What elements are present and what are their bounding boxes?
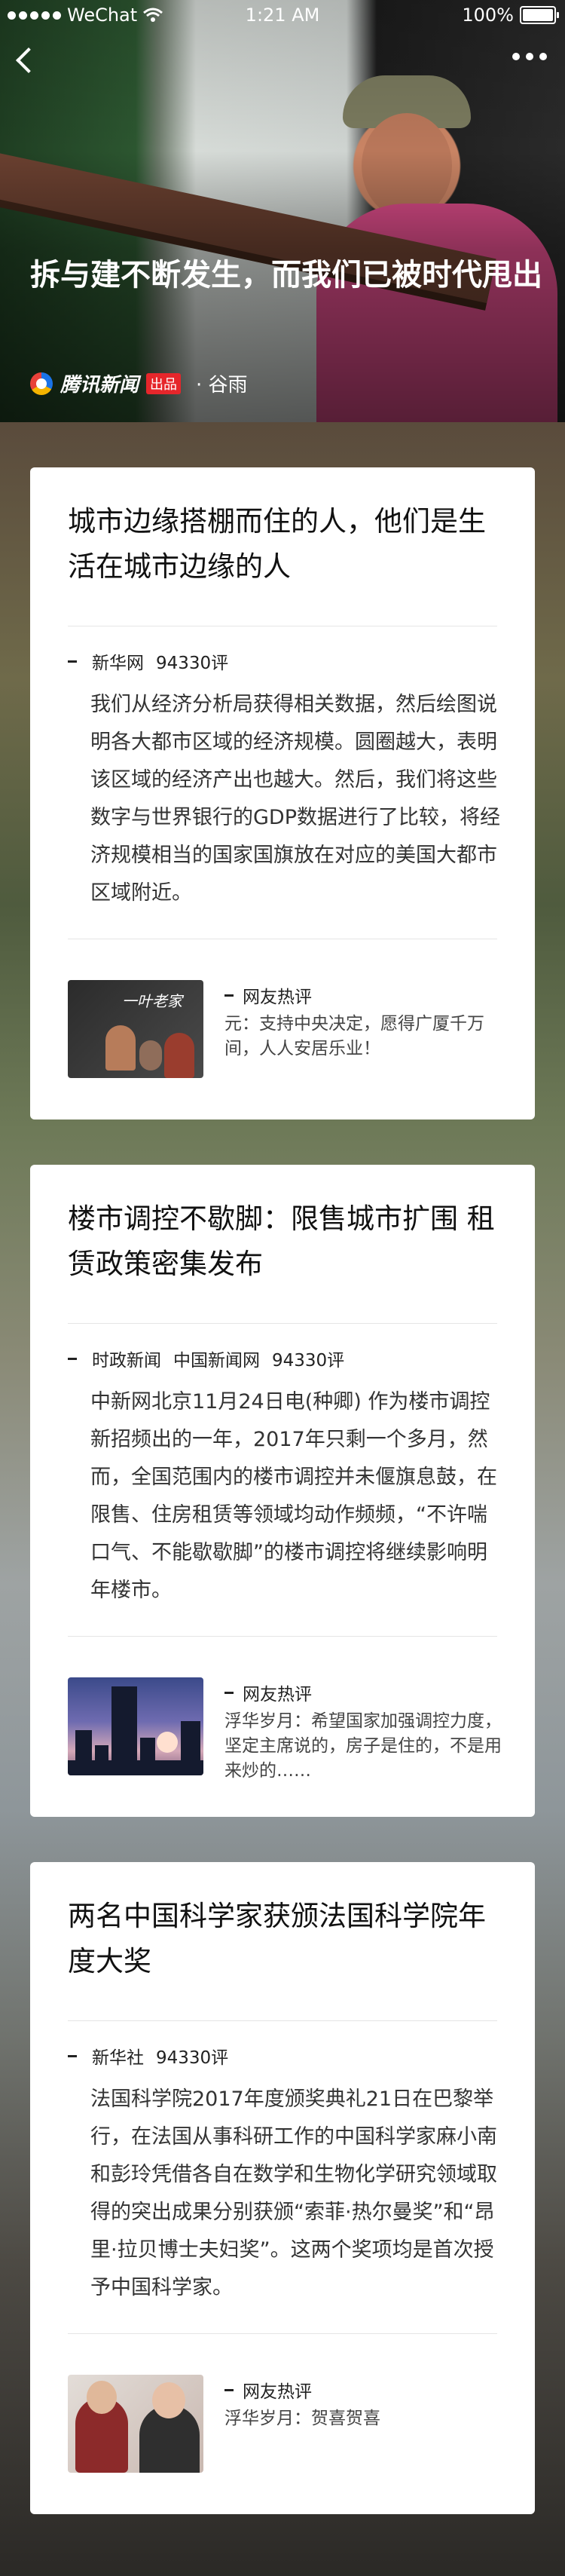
comment-count[interactable]: 94330评: [156, 648, 228, 674]
card-title[interactable]: 城市边缘搭棚而住的人，他们是生活在城市边缘的人: [68, 499, 505, 590]
dash-icon: [68, 660, 77, 663]
thumb-head: [152, 2382, 185, 2418]
card-body: 我们从经济分析局获得相关数据，然后绘图说明各大都市区域的经济规模。圆圈越大，表明…: [90, 693, 500, 905]
status-bar: WeChat 1:21 AM 100%: [0, 0, 565, 30]
news-card[interactable]: 两名中国科学家获颁法国科学院年度大奖 新华社 94330评 法国科学院2017年…: [30, 1862, 535, 2514]
card-thumbnail[interactable]: [68, 2375, 203, 2473]
more-icon[interactable]: [512, 53, 547, 60]
battery-icon: [520, 6, 559, 24]
thumb-head: [87, 2381, 117, 2414]
thumbnail-caption: 一叶老家: [122, 992, 182, 1010]
hero-title: 拆与建不断发生，而我们已被时代甩出: [30, 258, 542, 293]
hot-label-text: 网友热评: [243, 988, 312, 1007]
dash-icon: [68, 2054, 77, 2057]
hot-comment-label: 网友热评: [224, 1680, 312, 1705]
battery-percent: 100%: [462, 5, 514, 26]
source-name: 新华社: [92, 2048, 144, 2068]
hot-label-text: 网友热评: [243, 2382, 312, 2402]
brand-name: 腾讯新闻: [60, 374, 139, 397]
comment-count[interactable]: 94330评: [156, 2043, 228, 2069]
card-source: 时政新闻 中国新闻网 94330评: [68, 1346, 344, 1371]
thumb-figure: [139, 1040, 162, 1071]
thumb-sun: [157, 1732, 178, 1753]
source-name: 时政新闻: [92, 1351, 161, 1371]
hot-label-text: 网友热评: [243, 1685, 312, 1705]
dash-icon: [224, 2388, 234, 2391]
hot-comment[interactable]: 浮华岁月：贺喜贺喜: [224, 2406, 503, 2431]
hot-comment[interactable]: 浮华岁月：希望国家加强调控力度，坚定主席说的，房子是住的，不是用来炒的……: [224, 1709, 503, 1784]
card-thumbnail[interactable]: 一叶老家: [68, 980, 203, 1078]
back-icon[interactable]: [12, 44, 39, 77]
thumb-figure: [164, 1033, 194, 1078]
card-source: 新华社 94330评: [68, 2043, 228, 2069]
card-thumbnail[interactable]: [68, 1677, 203, 1775]
card-body: 中新网北京11月24日电(种卿) 作为楼市调控新招频出的一年，2017年只剩一个…: [90, 1390, 497, 1602]
divider: [68, 2020, 497, 2021]
hot-comment-label: 网友热评: [224, 2377, 312, 2403]
hero-shade: [0, 0, 565, 422]
hot-comment[interactable]: 元：支持中央决定，愿得广厦千万间，人人安居乐业！: [224, 1012, 503, 1061]
thumb-figure: [105, 1025, 136, 1071]
thumb-ground: [68, 1760, 203, 1775]
news-card[interactable]: 城市边缘搭棚而住的人，他们是生活在城市边缘的人 新华网 94330评 我们从经济…: [30, 467, 535, 1120]
author-label[interactable]: · 谷雨: [196, 369, 248, 397]
divider: [68, 2333, 497, 2334]
comment-count[interactable]: 94330评: [272, 1346, 344, 1371]
card-title[interactable]: 两名中国科学家获颁法国科学院年度大奖: [68, 1894, 505, 1984]
card-source: 新华网 94330评: [68, 648, 228, 674]
hot-comment-label: 网友热评: [224, 982, 312, 1008]
divider: [68, 1636, 497, 1637]
tencent-news-logo-icon: [30, 372, 53, 395]
dash-icon: [68, 1357, 77, 1360]
hero-meta: 腾讯新闻 出品 · 谷雨: [30, 369, 248, 397]
source-name: 新华网: [92, 654, 144, 673]
dash-icon: [224, 1691, 234, 1694]
brand-tag: 出品: [146, 372, 182, 394]
dash-icon: [224, 994, 234, 997]
news-card[interactable]: 楼市调控不歇脚：限售城市扩围 租赁政策密集发布 时政新闻 中国新闻网 94330…: [30, 1165, 535, 1817]
divider: [68, 1323, 497, 1324]
card-title[interactable]: 楼市调控不歇脚：限售城市扩围 租赁政策密集发布: [68, 1196, 505, 1287]
source-name: 中国新闻网: [173, 1351, 260, 1371]
status-right: 100%: [462, 5, 559, 26]
hero-banner: [0, 0, 565, 422]
card-body: 法国科学院2017年度颁奖典礼21日在巴黎举行，在法国从事科研工作的中国科学家麻…: [90, 2087, 497, 2299]
